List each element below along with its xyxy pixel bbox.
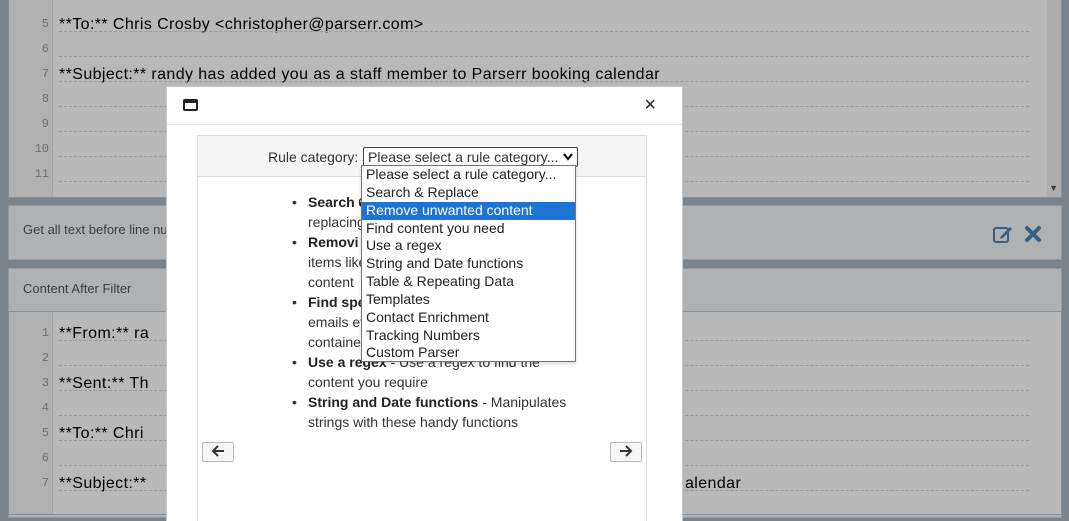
rule-category-option[interactable]: Table & Repeating Data <box>362 273 575 291</box>
rule-category-option[interactable]: Contact Enrichment <box>362 309 575 327</box>
category-description: content <box>308 274 354 290</box>
next-button[interactable] <box>610 442 642 462</box>
category-description: replacing <box>308 214 365 230</box>
rule-category-option[interactable]: Custom Parser <box>362 344 575 362</box>
rule-category-option[interactable]: Search & Replace <box>362 184 575 202</box>
category-description: items like <box>308 254 367 270</box>
category-name: String and Date functions <box>308 394 479 410</box>
rule-category-label: Rule category: <box>268 149 359 165</box>
rule-category-select[interactable]: Please select a rule category... <box>363 147 578 167</box>
rule-category-option[interactable]: Templates <box>362 291 575 309</box>
dialog-close-button[interactable]: × <box>644 95 656 115</box>
category-description: - Manipulates <box>478 394 567 410</box>
category-description: strings with these handy functions <box>308 414 519 430</box>
rule-category-option[interactable]: String and Date functions <box>362 255 575 273</box>
rule-category-selected: Please select a rule category... <box>368 149 559 165</box>
previous-button[interactable] <box>202 442 234 462</box>
rule-category-option[interactable]: Find content you need <box>362 220 575 238</box>
arrow-right-icon <box>619 444 633 460</box>
arrow-left-icon <box>211 444 225 460</box>
category-name: Find spe <box>308 294 366 310</box>
category-name: Removi <box>308 234 359 250</box>
window-icon <box>183 99 198 111</box>
rule-category-option[interactable]: Remove unwanted content <box>362 201 575 220</box>
dialog-header: × <box>167 87 682 125</box>
rule-category-option[interactable]: Tracking Numbers <box>362 327 575 345</box>
category-description-item: String and Date functions - Manipulates s… <box>292 392 598 432</box>
rule-category-options[interactable]: Please select a rule category... Search &… <box>361 165 576 362</box>
category-name: Search & <box>308 194 369 210</box>
rule-category-option[interactable]: Use a regex <box>362 237 575 255</box>
rule-category-option[interactable]: Please select a rule category... <box>362 166 575 184</box>
category-description: content you require <box>308 374 428 390</box>
